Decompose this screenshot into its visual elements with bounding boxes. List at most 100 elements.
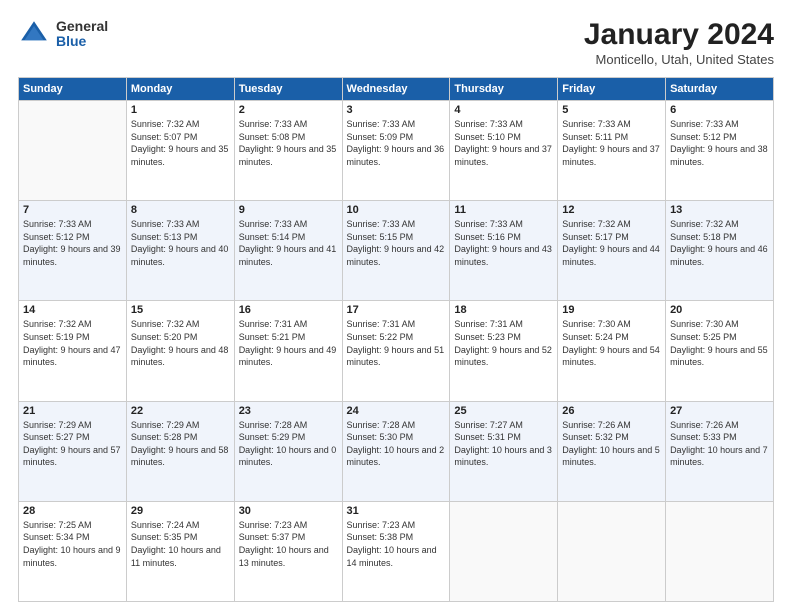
cell-detail: Sunrise: 7:30 AMSunset: 5:24 PMDaylight:…	[562, 318, 661, 368]
day-number: 28	[23, 505, 122, 517]
calendar-cell	[19, 101, 127, 201]
day-number: 1	[131, 104, 230, 116]
cell-detail: Sunrise: 7:28 AMSunset: 5:29 PMDaylight:…	[239, 419, 338, 469]
calendar-cell: 24 Sunrise: 7:28 AMSunset: 5:30 PMDayligh…	[342, 401, 450, 501]
cell-detail: Sunrise: 7:31 AMSunset: 5:21 PMDaylight:…	[239, 318, 338, 368]
cell-detail: Sunrise: 7:32 AMSunset: 5:18 PMDaylight:…	[670, 218, 769, 268]
day-number: 9	[239, 204, 338, 216]
cell-detail: Sunrise: 7:33 AMSunset: 5:08 PMDaylight:…	[239, 118, 338, 168]
cell-detail: Sunrise: 7:33 AMSunset: 5:10 PMDaylight:…	[454, 118, 553, 168]
calendar-cell: 16 Sunrise: 7:31 AMSunset: 5:21 PMDayligh…	[234, 301, 342, 401]
calendar-cell: 6Sunrise: 7:33 AMSunset: 5:12 PMDaylight…	[666, 101, 774, 201]
cell-detail: Sunrise: 7:30 AMSunset: 5:25 PMDaylight:…	[670, 318, 769, 368]
day-number: 2	[239, 104, 338, 116]
day-number: 17	[347, 304, 446, 316]
col-header-sunday: Sunday	[19, 78, 127, 101]
logo-icon	[18, 18, 50, 50]
calendar-cell: 22Sunrise: 7:29 AMSunset: 5:28 PMDayligh…	[126, 401, 234, 501]
cell-detail: Sunrise: 7:27 AMSunset: 5:31 PMDaylight:…	[454, 419, 553, 469]
cell-detail: Sunrise: 7:29 AMSunset: 5:27 PMDaylight:…	[23, 419, 122, 469]
cell-detail: Sunrise: 7:23 AMSunset: 5:37 PMDaylight:…	[239, 519, 338, 569]
col-header-monday: Monday	[126, 78, 234, 101]
location: Monticello, Utah, United States	[584, 52, 774, 67]
col-header-wednesday: Wednesday	[342, 78, 450, 101]
calendar-cell: 9 Sunrise: 7:33 AMSunset: 5:14 PMDaylight…	[234, 201, 342, 301]
calendar-cell: 2 Sunrise: 7:33 AMSunset: 5:08 PMDaylight…	[234, 101, 342, 201]
day-number: 21	[23, 405, 122, 417]
day-number: 20	[670, 304, 769, 316]
calendar-cell: 12Sunrise: 7:32 AMSunset: 5:17 PMDayligh…	[558, 201, 666, 301]
day-number: 29	[131, 505, 230, 517]
cell-detail: Sunrise: 7:32 AMSunset: 5:20 PMDaylight:…	[131, 318, 230, 368]
calendar-cell: 1Sunrise: 7:32 AMSunset: 5:07 PMDaylight…	[126, 101, 234, 201]
day-number: 30	[239, 505, 338, 517]
calendar-cell	[450, 501, 558, 601]
day-number: 27	[670, 405, 769, 417]
calendar-cell: 23 Sunrise: 7:28 AMSunset: 5:29 PMDayligh…	[234, 401, 342, 501]
cell-detail: Sunrise: 7:33 AMSunset: 5:13 PMDaylight:…	[131, 218, 230, 268]
calendar-cell: 4 Sunrise: 7:33 AMSunset: 5:10 PMDaylight…	[450, 101, 558, 201]
calendar-cell: 13 Sunrise: 7:32 AMSunset: 5:18 PMDayligh…	[666, 201, 774, 301]
calendar-cell: 10 Sunrise: 7:33 AMSunset: 5:15 PMDayligh…	[342, 201, 450, 301]
calendar-cell: 3 Sunrise: 7:33 AMSunset: 5:09 PMDaylight…	[342, 101, 450, 201]
day-number: 25	[454, 405, 553, 417]
day-number: 18	[454, 304, 553, 316]
cell-detail: Sunrise: 7:31 AMSunset: 5:23 PMDaylight:…	[454, 318, 553, 368]
day-number: 6	[670, 104, 769, 116]
calendar-cell: 29 Sunrise: 7:24 AMSunset: 5:35 PMDayligh…	[126, 501, 234, 601]
cell-detail: Sunrise: 7:25 AMSunset: 5:34 PMDaylight:…	[23, 519, 122, 569]
day-number: 19	[562, 304, 661, 316]
cell-detail: Sunrise: 7:33 AMSunset: 5:16 PMDaylight:…	[454, 218, 553, 268]
day-number: 31	[347, 505, 446, 517]
day-number: 15	[131, 304, 230, 316]
col-header-friday: Friday	[558, 78, 666, 101]
calendar-cell: 7 Sunrise: 7:33 AMSunset: 5:12 PMDaylight…	[19, 201, 127, 301]
calendar-cell: 21 Sunrise: 7:29 AMSunset: 5:27 PMDayligh…	[19, 401, 127, 501]
day-number: 11	[454, 204, 553, 216]
calendar-cell: 26 Sunrise: 7:26 AMSunset: 5:32 PMDayligh…	[558, 401, 666, 501]
cell-detail: Sunrise: 7:33 AMSunset: 5:15 PMDaylight:…	[347, 218, 446, 268]
cell-detail: Sunrise: 7:33 AMSunset: 5:09 PMDaylight:…	[347, 118, 446, 168]
cell-detail: Sunrise: 7:26 AMSunset: 5:33 PMDaylight:…	[670, 419, 769, 469]
day-number: 10	[347, 204, 446, 216]
title-block: January 2024 Monticello, Utah, United St…	[584, 18, 774, 67]
day-number: 24	[347, 405, 446, 417]
day-number: 5	[562, 104, 661, 116]
col-header-saturday: Saturday	[666, 78, 774, 101]
day-number: 16	[239, 304, 338, 316]
cell-detail: Sunrise: 7:32 AMSunset: 5:19 PMDaylight:…	[23, 318, 122, 368]
col-header-tuesday: Tuesday	[234, 78, 342, 101]
day-number: 26	[562, 405, 661, 417]
calendar-cell: 15 Sunrise: 7:32 AMSunset: 5:20 PMDayligh…	[126, 301, 234, 401]
cell-detail: Sunrise: 7:24 AMSunset: 5:35 PMDaylight:…	[131, 519, 230, 569]
cell-detail: Sunrise: 7:26 AMSunset: 5:32 PMDaylight:…	[562, 419, 661, 469]
calendar-cell: 28 Sunrise: 7:25 AMSunset: 5:34 PMDayligh…	[19, 501, 127, 601]
calendar-cell: 27 Sunrise: 7:26 AMSunset: 5:33 PMDayligh…	[666, 401, 774, 501]
logo: General Blue	[18, 18, 108, 50]
calendar-cell: 17 Sunrise: 7:31 AMSunset: 5:22 PMDayligh…	[342, 301, 450, 401]
day-number: 12	[562, 204, 661, 216]
col-header-thursday: Thursday	[450, 78, 558, 101]
day-number: 23	[239, 405, 338, 417]
cell-detail: Sunrise: 7:33 AMSunset: 5:12 PMDaylight:…	[23, 218, 122, 268]
calendar-cell	[666, 501, 774, 601]
day-number: 3	[347, 104, 446, 116]
day-number: 13	[670, 204, 769, 216]
calendar-table: SundayMondayTuesdayWednesdayThursdayFrid…	[18, 77, 774, 602]
calendar-cell: 30 Sunrise: 7:23 AMSunset: 5:37 PMDayligh…	[234, 501, 342, 601]
cell-detail: Sunrise: 7:31 AMSunset: 5:22 PMDaylight:…	[347, 318, 446, 368]
cell-detail: Sunrise: 7:33 AMSunset: 5:14 PMDaylight:…	[239, 218, 338, 268]
day-number: 22	[131, 405, 230, 417]
calendar-cell: 14 Sunrise: 7:32 AMSunset: 5:19 PMDayligh…	[19, 301, 127, 401]
calendar-cell: 31 Sunrise: 7:23 AMSunset: 5:38 PMDayligh…	[342, 501, 450, 601]
header: General Blue January 2024 Monticello, Ut…	[18, 18, 774, 67]
logo-blue: Blue	[56, 34, 108, 49]
cell-detail: Sunrise: 7:28 AMSunset: 5:30 PMDaylight:…	[347, 419, 446, 469]
calendar-cell: 8 Sunrise: 7:33 AMSunset: 5:13 PMDaylight…	[126, 201, 234, 301]
day-number: 4	[454, 104, 553, 116]
cell-detail: Sunrise: 7:23 AMSunset: 5:38 PMDaylight:…	[347, 519, 446, 569]
day-number: 7	[23, 204, 122, 216]
day-number: 14	[23, 304, 122, 316]
calendar-cell: 19 Sunrise: 7:30 AMSunset: 5:24 PMDayligh…	[558, 301, 666, 401]
day-number: 8	[131, 204, 230, 216]
